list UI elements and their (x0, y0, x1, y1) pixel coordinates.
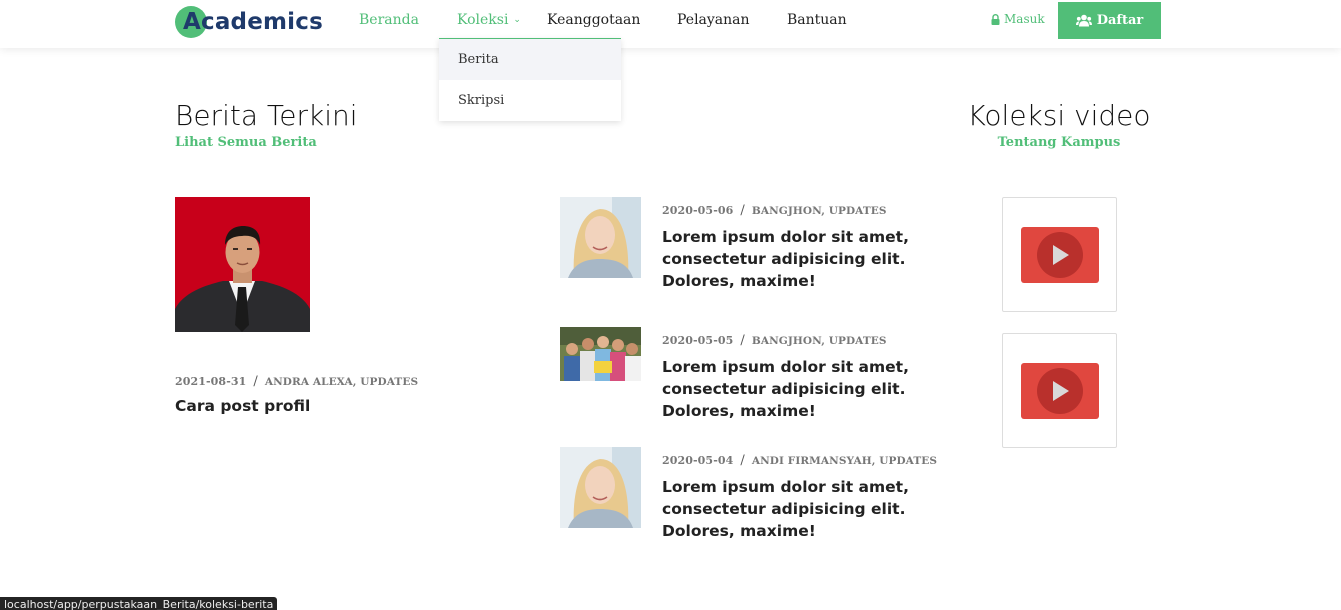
news-meta: 2020-05-06 / BANGJHON, UPDATES (662, 203, 887, 218)
status-bar-url: localhost/app/perpustakaan_Berita/koleks… (0, 597, 278, 610)
news-title[interactable]: Lorem ipsum dolor sit amet, consectetur … (662, 356, 922, 422)
featured-post-title[interactable]: Cara post profil (175, 397, 310, 415)
news-thumbnail[interactable] (560, 197, 641, 278)
nav-bantuan[interactable]: Bantuan (787, 12, 847, 28)
student-photo-illustration (560, 197, 641, 278)
news-list-item: 2020-05-05 / BANGJHON, UPDATES Lorem ipsum… (560, 327, 940, 427)
chevron-down-icon: ⌄ (513, 15, 521, 25)
featured-post-image[interactable] (175, 197, 310, 332)
koleksi-dropdown-menu: Berita Skripsi (439, 38, 621, 121)
play-button[interactable] (1020, 362, 1099, 419)
lock-icon (991, 13, 1000, 25)
news-title[interactable]: Lorem ipsum dolor sit amet, consectetur … (662, 226, 922, 292)
post-date: 2020-05-05 (662, 334, 734, 347)
nav-koleksi-label: Koleksi (457, 12, 509, 28)
news-list-item: 2020-05-06 / BANGJHON, UPDATES Lorem ipsum… (560, 197, 940, 297)
news-thumbnail[interactable] (560, 327, 641, 381)
video-thumbnail[interactable] (1002, 333, 1117, 448)
nav-keanggotaan[interactable]: Keanggotaan (547, 12, 640, 28)
play-circle (1036, 231, 1083, 278)
meta-separator: / (740, 333, 745, 348)
meta-separator: / (740, 453, 745, 468)
play-icon (1052, 380, 1069, 401)
news-section-title: Berita Terkini (175, 99, 358, 132)
student-photo-illustration (560, 447, 641, 528)
post-tags[interactable]: BANGJHON, UPDATES (752, 205, 887, 217)
video-thumbnail[interactable] (1002, 197, 1117, 312)
site-logo[interactable]: Academics (175, 5, 323, 39)
meta-separator: / (253, 374, 258, 389)
register-label: Daftar (1096, 13, 1144, 28)
post-date: 2020-05-04 (662, 454, 734, 467)
play-button[interactable] (1020, 226, 1099, 283)
news-thumbnail[interactable] (560, 447, 641, 528)
post-tags[interactable]: ANDRA ALEXA, UPDATES (265, 376, 418, 388)
register-button[interactable]: Daftar (1058, 2, 1161, 39)
login-link[interactable]: Masuk (991, 12, 1045, 26)
login-label: Masuk (1004, 12, 1045, 26)
nav-beranda[interactable]: Beranda (359, 12, 419, 28)
profile-photo-illustration (175, 197, 310, 332)
meta-separator: / (740, 203, 745, 218)
see-all-news-link[interactable]: Lihat Semua Berita (175, 135, 317, 150)
post-tags[interactable]: BANGJHON, UPDATES (752, 335, 887, 347)
nav-koleksi[interactable]: Koleksi ⌄ (457, 12, 521, 28)
group-photo-illustration (560, 327, 641, 381)
users-icon (1075, 14, 1092, 27)
play-icon (1052, 244, 1069, 265)
site-header: Academics Beranda Koleksi ⌄ Keanggotaan P… (0, 0, 1341, 48)
post-date: 2021-08-31 (175, 375, 247, 388)
play-circle (1036, 367, 1083, 414)
dropdown-item-berita[interactable]: Berita (439, 39, 621, 80)
post-date: 2020-05-06 (662, 204, 734, 217)
news-meta: 2020-05-05 / BANGJHON, UPDATES (662, 333, 887, 348)
featured-post-meta: 2021-08-31 / ANDRA ALEXA, UPDATES (175, 374, 418, 389)
dropdown-item-skripsi[interactable]: Skripsi (439, 80, 621, 121)
logo-text: Academics (183, 9, 323, 35)
news-title[interactable]: Lorem ipsum dolor sit amet, consectetur … (662, 476, 922, 542)
about-campus-link[interactable]: Tentang Kampus (960, 135, 1158, 150)
news-meta: 2020-05-04 / ANDI FIRMANSYAH, UPDATES (662, 453, 937, 468)
post-tags[interactable]: ANDI FIRMANSYAH, UPDATES (752, 455, 937, 467)
news-list-item: 2020-05-04 / ANDI FIRMANSYAH, UPDATES Lore… (560, 447, 940, 547)
nav-pelayanan[interactable]: Pelayanan (677, 12, 750, 28)
video-section-title: Koleksi video (967, 99, 1151, 132)
